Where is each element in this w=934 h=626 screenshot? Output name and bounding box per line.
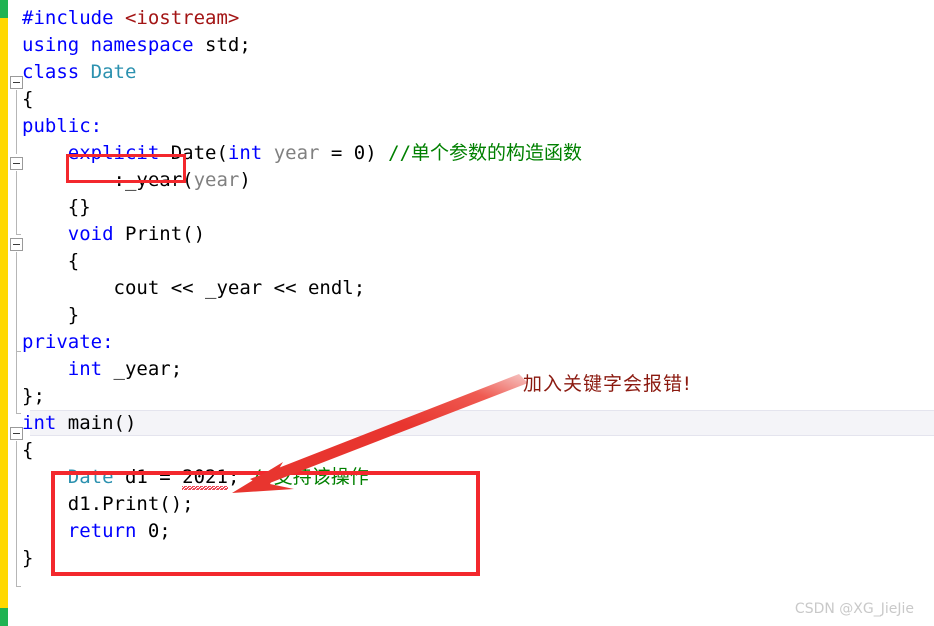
- code-token-type: Date: [67, 466, 125, 488]
- fold-guide-foot-main: [16, 586, 21, 587]
- code-token-plain: std;: [205, 34, 251, 56]
- change-bar-saved-top: [0, 0, 8, 18]
- code-token-plain: d1 =: [124, 466, 183, 488]
- csdn-watermark: CSDN @XG_JieJie: [794, 601, 914, 617]
- code-token-num: 2021: [182, 466, 228, 488]
- code-line[interactable]: {: [22, 86, 33, 113]
- code-line[interactable]: explicit Date(int year = 0) //单个参数的构造函数: [22, 140, 582, 167]
- code-token-str: <iostream>: [124, 7, 240, 29]
- code-line[interactable]: #include <iostream>: [22, 5, 239, 32]
- change-tracking-strip: [0, 0, 8, 626]
- code-token-plain: =: [319, 142, 354, 164]
- code-line[interactable]: };: [22, 383, 45, 410]
- code-line[interactable]: using namespace std;: [22, 32, 251, 59]
- code-token-plain: {: [67, 250, 80, 272]
- code-line[interactable]: void Print(): [22, 221, 205, 248]
- code-token-plain: d1.Print();: [67, 493, 194, 515]
- code-line[interactable]: public:: [22, 113, 102, 140]
- fold-guide-class-date: [16, 90, 17, 154]
- code-token-kw: using namespace: [22, 34, 206, 56]
- code-line[interactable]: return 0;: [22, 518, 171, 545]
- code-line[interactable]: {: [22, 248, 79, 275]
- change-bar-saved-bottom: [0, 608, 8, 626]
- code-token-plain: main(): [67, 412, 137, 434]
- code-token-kw: int: [67, 358, 114, 380]
- fold-guide-foot-constructor: [16, 234, 21, 235]
- code-token-kw: public:: [22, 115, 103, 137]
- code-token-kw: int: [22, 412, 68, 434]
- code-token-plain: ): [239, 169, 251, 191]
- code-token-plain: {: [22, 88, 34, 110]
- code-token-plain: :_year(: [113, 169, 194, 191]
- code-token-plain: _year;: [113, 358, 183, 380]
- code-token-kw: return: [67, 520, 148, 542]
- code-token-plain: {}: [67, 196, 91, 218]
- code-line[interactable]: int main(): [22, 410, 136, 437]
- fold-guide-print: [16, 252, 17, 352]
- code-token-kw: class: [22, 61, 91, 83]
- code-token-plain: }: [22, 547, 34, 569]
- code-editor-surface[interactable]: #include <iostream> using namespace std; c…: [22, 0, 934, 626]
- current-line-highlight: [30, 410, 934, 436]
- code-token-plain: ;: [227, 466, 251, 488]
- code-token-plain: cout << _year << endl;: [113, 277, 366, 299]
- code-token-num: 0: [147, 520, 160, 542]
- code-line[interactable]: class Date: [22, 59, 136, 86]
- code-token-plain: Date(: [170, 142, 228, 164]
- code-line[interactable]: {}: [22, 194, 91, 221]
- fold-guide-foot-class: [16, 413, 21, 414]
- fold-guide-class-body: [16, 352, 17, 414]
- code-token-kw: explicit: [67, 142, 171, 164]
- code-line[interactable]: {: [22, 437, 33, 464]
- code-line[interactable]: private:: [22, 329, 114, 356]
- code-line[interactable]: cout << _year << endl;: [22, 275, 366, 302]
- code-line[interactable]: int _year;: [22, 356, 182, 383]
- fold-guide-main: [16, 441, 17, 587]
- code-line[interactable]: }: [22, 545, 33, 572]
- code-token-plain: };: [22, 385, 45, 407]
- code-token-kw: int: [227, 142, 274, 164]
- code-token-param: year: [193, 169, 240, 191]
- code-token-cmt: //单个参数的构造函数: [388, 142, 583, 164]
- code-token-kw: private:: [22, 331, 114, 353]
- code-token-plain: }: [67, 304, 80, 326]
- code-token-cmt: //支持该操作: [250, 466, 369, 488]
- code-token-plain: Print(): [124, 223, 206, 245]
- fold-guide-constructor: [16, 171, 17, 235]
- code-token-type: Date: [90, 61, 137, 83]
- code-token-plain: {: [22, 439, 34, 461]
- code-line[interactable]: }: [22, 302, 79, 329]
- code-token-num: 0: [353, 142, 366, 164]
- code-token-plain: ;: [159, 520, 171, 542]
- code-token-pre: #include: [22, 7, 125, 29]
- code-line[interactable]: :_year(year): [22, 167, 251, 194]
- code-token-kw: void: [67, 223, 125, 245]
- code-line[interactable]: d1.Print();: [22, 491, 194, 518]
- error-squiggle: [181, 486, 228, 490]
- code-token-plain: ): [365, 142, 389, 164]
- code-token-param: year: [273, 142, 320, 164]
